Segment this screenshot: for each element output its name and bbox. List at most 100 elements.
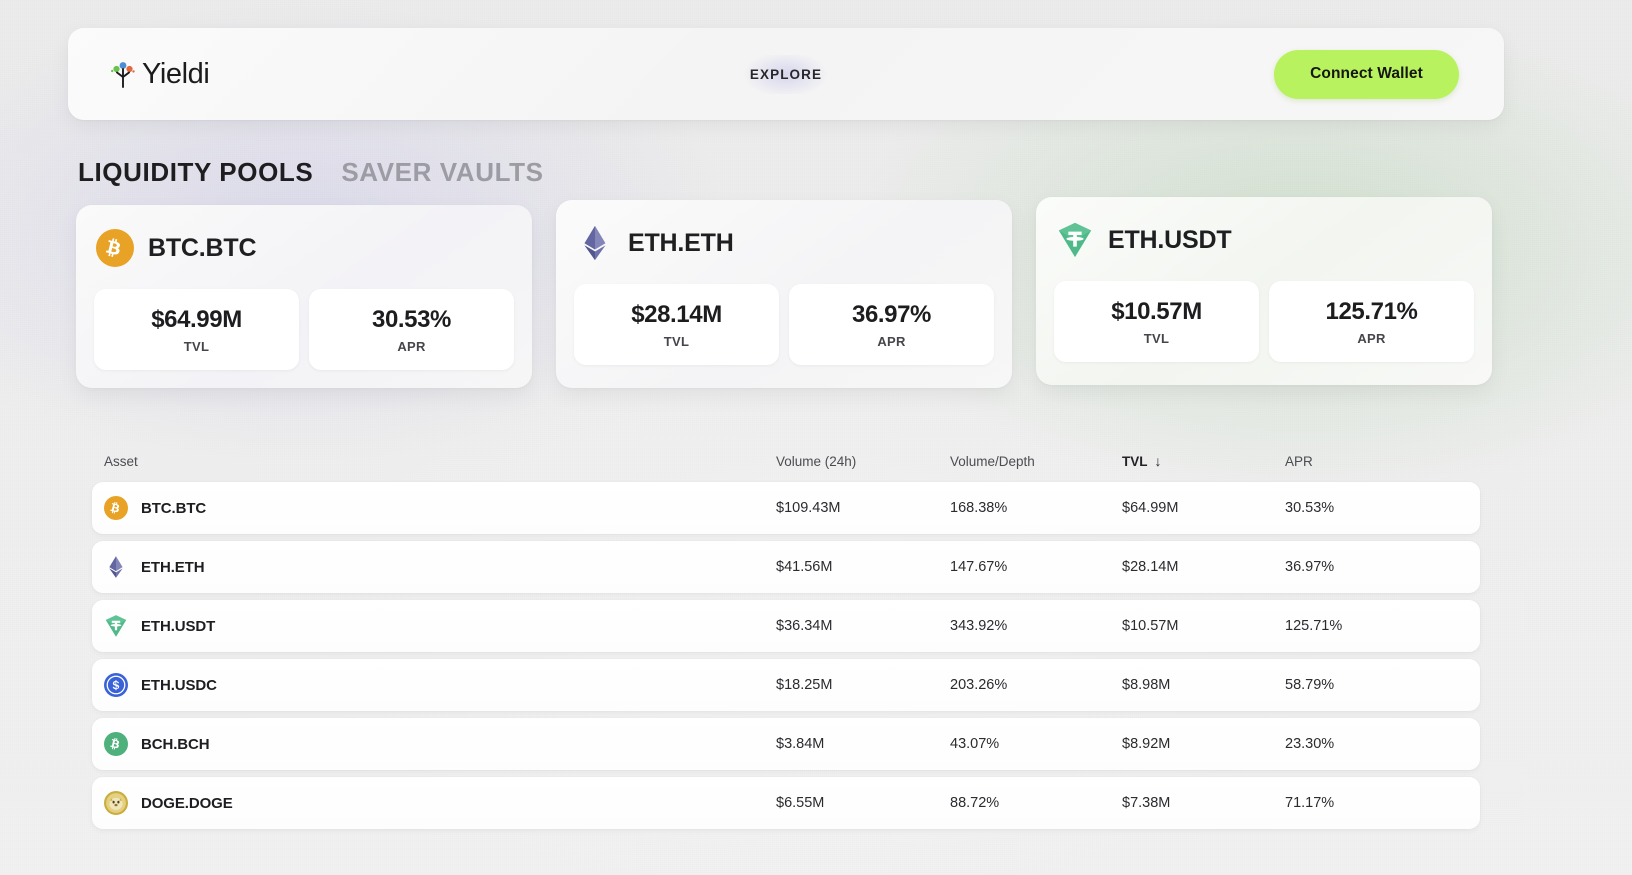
table-row[interactable]: DOGE.DOGE $6.55M 88.72% $7.38M 71.17%: [92, 777, 1480, 829]
asset-name: BTC.BTC: [141, 499, 207, 517]
cell-asset: BCH.BCH: [104, 732, 776, 756]
cell-asset: BTC.BTC: [104, 496, 776, 520]
pool-card-stats: $64.99M TVL 30.53% APR: [76, 267, 532, 370]
pool-apr-value: 36.97%: [852, 300, 931, 328]
tether-icon: [104, 614, 128, 638]
asset-name: BCH.BCH: [141, 735, 210, 753]
tab-liquidity-pools[interactable]: LIQUIDITY POOLS: [78, 157, 313, 188]
brand-logo[interactable]: Yieldi: [110, 57, 210, 91]
tab-saver-vaults[interactable]: SAVER VAULTS: [341, 157, 543, 188]
pool-card-title: ETH.ETH: [628, 228, 734, 257]
cell-volume-depth: 88.72%: [950, 795, 1000, 811]
cell-tvl: $8.98M: [1122, 677, 1171, 693]
pool-card-header: ETH.USDT: [1036, 197, 1492, 259]
cell-volume-depth: 203.26%: [950, 677, 1008, 693]
cell-apr: 71.17%: [1285, 795, 1335, 811]
pool-card-btc[interactable]: BTC.BTC $64.99M TVL 30.53% APR: [76, 205, 532, 388]
cell-tvl: $64.99M: [1122, 500, 1179, 516]
cell-asset: ETH.USDC: [104, 673, 776, 697]
pool-tvl-stat: $28.14M TVL: [574, 284, 779, 365]
cell-apr: 125.71%: [1285, 618, 1343, 634]
cell-volume-depth: 43.07%: [950, 736, 1000, 752]
app-header: Yieldi EXPLORE Connect Wallet: [68, 28, 1504, 120]
pool-apr-stat: 36.97% APR: [789, 284, 994, 365]
pool-apr-value: 125.71%: [1325, 297, 1418, 325]
pool-apr-label: APR: [397, 338, 426, 354]
pool-card-title: BTC.BTC: [148, 233, 257, 262]
asset-name: DOGE.DOGE: [141, 794, 233, 812]
pool-tvl-value: $10.57M: [1111, 297, 1202, 325]
cell-apr: 30.53%: [1285, 500, 1335, 516]
bitcoin-icon: [96, 229, 134, 267]
pool-tvl-label: TVL: [663, 333, 690, 349]
pools-table: Asset Volume (24h) Volume/Depth TVL ↓ AP…: [92, 440, 1480, 836]
pool-apr-label: APR: [877, 333, 906, 349]
cell-volume-24h: $41.56M: [776, 559, 833, 575]
cell-apr: 23.30%: [1285, 736, 1335, 752]
pool-card-title: ETH.USDT: [1108, 225, 1232, 254]
cell-volume-depth: 168.38%: [950, 500, 1008, 516]
cell-asset: ETH.ETH: [104, 555, 776, 579]
column-header-volume-24h[interactable]: Volume (24h): [776, 454, 950, 469]
asset-name: ETH.USDC: [141, 676, 217, 694]
column-header-volume-depth[interactable]: Volume/Depth: [950, 454, 1122, 469]
cell-volume-depth: 147.67%: [950, 559, 1008, 575]
cell-tvl: $28.14M: [1122, 559, 1179, 575]
pool-summary-cards: BTC.BTC $64.99M TVL 30.53% APR ETH.ETH $…: [76, 197, 1496, 400]
column-header-tvl[interactable]: TVL ↓: [1122, 454, 1285, 469]
pool-card-stats: $10.57M TVL 125.71% APR: [1036, 259, 1492, 362]
cell-asset: DOGE.DOGE: [104, 791, 776, 815]
cell-asset: ETH.USDT: [104, 614, 776, 638]
pool-tvl-value: $64.99M: [151, 305, 242, 333]
table-row[interactable]: BTC.BTC $109.43M 168.38% $64.99M 30.53%: [92, 482, 1480, 534]
column-header-asset[interactable]: Asset: [104, 454, 776, 469]
table-row[interactable]: ETH.USDC $18.25M 203.26% $8.98M 58.79%: [92, 659, 1480, 711]
brand-name: Yieldi: [142, 57, 210, 90]
pool-apr-label: APR: [1357, 330, 1386, 346]
usdc-icon: [104, 673, 128, 697]
dogecoin-icon: [104, 791, 128, 815]
sort-descending-icon: ↓: [1154, 453, 1162, 469]
column-header-apr[interactable]: APR: [1285, 454, 1405, 469]
table-header-row: Asset Volume (24h) Volume/Depth TVL ↓ AP…: [92, 440, 1480, 482]
cell-volume-24h: $109.43M: [776, 500, 841, 516]
section-tabs: LIQUIDITY POOLS SAVER VAULTS: [78, 157, 544, 188]
pool-card-eth[interactable]: ETH.ETH $28.14M TVL 36.97% APR: [556, 200, 1012, 388]
nav-item-explore[interactable]: EXPLORE: [727, 54, 845, 94]
table-row[interactable]: BCH.BCH $3.84M 43.07% $8.92M 23.30%: [92, 718, 1480, 770]
cell-volume-24h: $3.84M: [776, 736, 825, 752]
pool-apr-stat: 30.53% APR: [309, 289, 514, 370]
column-header-tvl-label: TVL: [1122, 453, 1148, 469]
cell-volume-depth: 343.92%: [950, 618, 1008, 634]
cell-tvl: $8.92M: [1122, 736, 1171, 752]
table-body: BTC.BTC $109.43M 168.38% $64.99M 30.53% ETH.E…: [92, 482, 1480, 829]
connect-wallet-button[interactable]: Connect Wallet: [1274, 49, 1459, 99]
sprout-logo-icon: [110, 59, 136, 89]
asset-name: ETH.USDT: [141, 617, 216, 635]
cell-tvl: $7.38M: [1122, 795, 1171, 811]
cell-apr: 58.79%: [1285, 677, 1335, 693]
tether-icon: [1056, 221, 1094, 259]
pool-tvl-value: $28.14M: [631, 300, 722, 328]
cell-volume-24h: $6.55M: [776, 795, 825, 811]
cell-volume-24h: $18.25M: [776, 677, 833, 693]
cell-apr: 36.97%: [1285, 559, 1335, 575]
table-row[interactable]: ETH.USDT $36.34M 343.92% $10.57M 125.71%: [92, 600, 1480, 652]
pool-apr-stat: 125.71% APR: [1269, 281, 1474, 362]
bitcoin-icon: [104, 496, 128, 520]
cell-tvl: $10.57M: [1122, 618, 1179, 634]
pool-card-header: ETH.ETH: [556, 200, 1012, 262]
pool-card-header: BTC.BTC: [76, 205, 532, 267]
pool-tvl-label: TVL: [1143, 330, 1170, 346]
table-row[interactable]: ETH.ETH $41.56M 147.67% $28.14M 36.97%: [92, 541, 1480, 593]
pool-card-usdt[interactable]: ETH.USDT $10.57M TVL 125.71% APR: [1036, 197, 1492, 385]
asset-name: ETH.ETH: [141, 558, 205, 576]
pool-card-stats: $28.14M TVL 36.97% APR: [556, 262, 1012, 365]
pool-apr-value: 30.53%: [372, 305, 451, 333]
ethereum-icon: [104, 555, 128, 579]
cell-volume-24h: $36.34M: [776, 618, 833, 634]
ethereum-icon: [576, 224, 614, 262]
pool-tvl-label: TVL: [183, 338, 210, 354]
pool-tvl-stat: $64.99M TVL: [94, 289, 299, 370]
bitcoin-cash-icon: [104, 732, 128, 756]
